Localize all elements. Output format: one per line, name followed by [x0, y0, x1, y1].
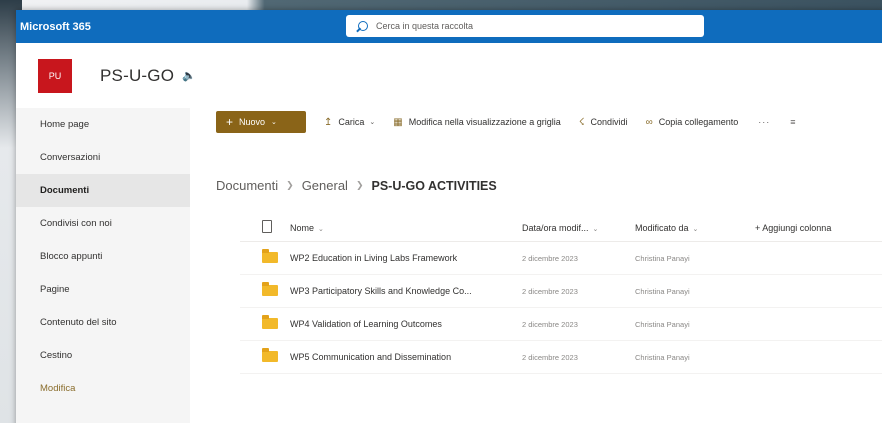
row-name[interactable]: WP3 Participatory Skills and Knowledge C…: [290, 286, 522, 296]
search-icon: [358, 21, 368, 31]
nav-item-home[interactable]: Home page: [16, 108, 190, 141]
row-modified-by: Christina Panayi: [635, 352, 690, 362]
grid-edit-button[interactable]: ▦ Modifica nella visualizzazione a grigl…: [393, 117, 561, 128]
upload-label: Carica: [338, 117, 365, 127]
documents-table: Nome ⌄ Data/ora modif... ⌄ Modificato da ⌄ …: [240, 214, 882, 374]
row-modified-by: Christina Panayi: [635, 253, 690, 263]
command-bar: + Nuovo ⌄ ↥ Carica ⌄ ▦ Modifica nella vi…: [190, 108, 882, 136]
row-name[interactable]: WP4 Validation of Learning Outcomes: [290, 319, 522, 329]
suite-bar: Microsoft 365 Cerca in questa raccolta: [16, 10, 882, 43]
column-header-modified[interactable]: Data/ora modif... ⌄: [522, 223, 635, 233]
table-row[interactable]: WP2 Education in Living Labs Framework 2…: [240, 242, 882, 275]
grid-icon: ▦: [393, 116, 403, 128]
column-header-name[interactable]: Nome ⌄: [290, 223, 522, 233]
folder-icon: [262, 248, 278, 263]
site-logo[interactable]: PU: [38, 58, 72, 93]
row-modified-by: Christina Panayi: [635, 319, 690, 329]
chevron-down-icon: ⌄: [592, 225, 599, 233]
nav-item-conversations[interactable]: Conversazioni: [16, 141, 190, 174]
table-row[interactable]: WP5 Communication and Dissemination 2 di…: [240, 341, 882, 374]
site-title[interactable]: PS-U-GO: [100, 66, 174, 86]
row-name[interactable]: WP2 Education in Living Labs Framework: [290, 253, 522, 263]
row-modified: 2 dicembre 2023: [522, 286, 578, 296]
chevron-down-icon: ⌄: [369, 119, 376, 126]
breadcrumb-general[interactable]: General: [302, 178, 348, 193]
row-modified-by: Christina Panayi: [635, 286, 690, 296]
table-row[interactable]: WP3 Participatory Skills and Knowledge C…: [240, 275, 882, 308]
new-button[interactable]: + Nuovo ⌄: [216, 111, 306, 133]
nav-item-notebook[interactable]: Blocco appunti: [16, 240, 190, 273]
file-type-header[interactable]: [240, 220, 290, 235]
app-launcher-title[interactable]: Microsoft 365: [16, 21, 91, 33]
nav-item-site-contents[interactable]: Contenuto del sito: [16, 306, 190, 339]
main-content: + Nuovo ⌄ ↥ Carica ⌄ ▦ Modifica nella vi…: [190, 108, 882, 423]
chevron-right-icon: ❯: [355, 180, 364, 190]
nav-item-pages[interactable]: Pagine: [16, 273, 190, 306]
folder-icon: [262, 314, 278, 329]
table-header: Nome ⌄ Data/ora modif... ⌄ Modificato da ⌄ …: [240, 214, 882, 242]
column-header-modified-by[interactable]: Modificato da ⌄: [635, 223, 755, 233]
site-header: PU PS-U-GO 🔈: [16, 43, 882, 108]
chevron-down-icon: ⌄: [692, 225, 699, 233]
view-options-icon[interactable]: ≡: [790, 117, 795, 127]
search-input[interactable]: Cerca in questa raccolta: [376, 21, 473, 31]
folder-icon: [262, 281, 278, 296]
copy-link-button[interactable]: ∞ Copia collegamento: [646, 117, 739, 128]
nav-item-documents[interactable]: Documenti: [16, 174, 190, 207]
speaker-icon[interactable]: 🔈: [182, 69, 196, 82]
row-modified: 2 dicembre 2023: [522, 319, 578, 329]
nav-item-edit[interactable]: Modifica: [16, 372, 190, 405]
share-icon: ☇: [578, 116, 585, 128]
row-name[interactable]: WP5 Communication and Dissemination: [290, 352, 522, 362]
row-modified: 2 dicembre 2023: [522, 253, 578, 263]
breadcrumb: Documenti ❯ General ❯ PS-U-GO ACTIVITIES: [216, 178, 497, 193]
search-box[interactable]: Cerca in questa raccolta: [346, 15, 704, 37]
add-column-button[interactable]: + Aggiungi colonna: [755, 223, 882, 233]
chevron-down-icon: ⌄: [271, 119, 277, 126]
folder-icon: [262, 347, 278, 362]
chevron-down-icon: ⌄: [318, 225, 324, 233]
grid-edit-label: Modifica nella visualizzazione a griglia: [408, 117, 561, 127]
new-button-label: Nuovo: [239, 117, 266, 127]
upload-button[interactable]: ↥ Carica ⌄: [324, 117, 375, 128]
nav-item-shared-with-us[interactable]: Condivisi con noi: [16, 207, 190, 240]
plus-icon: +: [226, 115, 234, 129]
upload-icon: ↥: [324, 116, 333, 128]
link-icon: ∞: [645, 116, 653, 128]
share-button[interactable]: ☇ Condividi: [579, 117, 628, 128]
copy-link-label: Copia collegamento: [658, 117, 739, 127]
more-options-button[interactable]: ···: [758, 117, 770, 127]
document-icon: [262, 220, 272, 233]
chevron-right-icon: ❯: [286, 180, 294, 190]
browser-window: Microsoft 365 Cerca in questa raccolta P…: [16, 10, 882, 423]
table-row[interactable]: WP4 Validation of Learning Outcomes 2 di…: [240, 308, 882, 341]
breadcrumb-current: PS-U-GO ACTIVITIES: [371, 178, 497, 193]
share-label: Condividi: [590, 117, 628, 127]
breadcrumb-documents[interactable]: Documenti: [216, 178, 278, 193]
row-modified: 2 dicembre 2023: [522, 352, 578, 362]
left-navigation: Home page Conversazioni Documenti Condiv…: [16, 108, 190, 423]
background-top: [0, 0, 882, 10]
nav-item-recycle-bin[interactable]: Cestino: [16, 339, 190, 372]
